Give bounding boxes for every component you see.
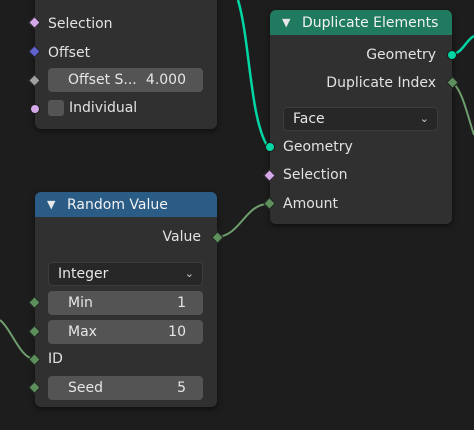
min-field[interactable]: Min 1 xyxy=(48,291,203,315)
duplicate-elements-header[interactable]: ▼ Duplicate Elements xyxy=(270,10,452,35)
individual-label: Individual xyxy=(69,100,138,116)
offset-scale-value: 4.000 xyxy=(145,72,186,88)
output-value-socket[interactable] xyxy=(211,231,224,244)
max-label: Max xyxy=(68,324,97,340)
selection-socket[interactable] xyxy=(28,16,41,29)
seed-label: Seed xyxy=(68,380,103,396)
id-label: ID xyxy=(48,351,63,367)
duplicate-elements-title: Duplicate Elements xyxy=(302,14,439,31)
duplicate-elements-node[interactable]: ▼ Duplicate Elements Geometry Duplicate … xyxy=(263,10,459,224)
amount-link xyxy=(215,203,269,238)
individual-checkbox[interactable] xyxy=(48,100,64,116)
random-value-title: Random Value xyxy=(67,196,168,213)
seed-value: 5 xyxy=(177,380,186,396)
min-value: 1 xyxy=(177,295,186,311)
seed-socket[interactable] xyxy=(28,381,41,394)
individual-socket[interactable] xyxy=(30,104,40,114)
duplicate-index-link xyxy=(451,81,474,136)
duplicate-index-label: Duplicate Index xyxy=(326,75,436,91)
duplicate-index-socket[interactable] xyxy=(446,76,459,89)
offset-scale-socket[interactable] xyxy=(28,74,41,87)
input-selection-socket[interactable] xyxy=(263,169,276,182)
min-label: Min xyxy=(68,295,93,311)
node-editor-canvas[interactable]: Selection Offset Offset S... 4.000 Indiv… xyxy=(0,0,474,430)
min-socket[interactable] xyxy=(28,296,41,309)
chevron-down-icon: ⌄ xyxy=(419,112,429,125)
output-geometry-socket[interactable] xyxy=(447,50,457,60)
offset-label: Offset xyxy=(48,45,91,61)
input-geometry-socket[interactable] xyxy=(265,142,275,152)
geometry-link-in xyxy=(236,0,270,148)
max-field[interactable]: Max 10 xyxy=(48,320,203,344)
output-value-label: Value xyxy=(162,229,201,245)
output-geometry-label: Geometry xyxy=(366,47,436,63)
input-amount-label: Amount xyxy=(283,196,339,212)
chevron-down-icon: ⌄ xyxy=(184,267,194,280)
domain-value: Face xyxy=(293,111,325,127)
input-selection-label: Selection xyxy=(283,167,348,183)
max-value: 10 xyxy=(168,324,186,340)
offset-scale-field[interactable]: Offset S... 4.000 xyxy=(48,68,203,92)
chevron-down-icon[interactable]: ▼ xyxy=(47,198,61,211)
input-geometry-label: Geometry xyxy=(283,139,353,155)
id-socket[interactable] xyxy=(28,353,41,366)
input-amount-socket[interactable] xyxy=(263,197,276,210)
selection-label: Selection xyxy=(48,16,113,32)
id-link xyxy=(0,319,35,360)
data-type-value: Integer xyxy=(58,266,109,282)
max-socket[interactable] xyxy=(28,325,41,338)
data-type-dropdown[interactable]: Integer ⌄ xyxy=(48,262,203,286)
seed-field[interactable]: Seed 5 xyxy=(48,376,203,400)
offset-node[interactable]: Selection Offset Offset S... 4.000 Indiv… xyxy=(28,0,217,129)
domain-dropdown[interactable]: Face ⌄ xyxy=(283,107,438,131)
random-value-node[interactable]: ▼ Random Value Value Integer ⌄ Min 1 Max… xyxy=(28,192,224,407)
offset-scale-label: Offset S... xyxy=(68,72,137,88)
offset-socket[interactable] xyxy=(28,45,41,58)
random-value-header[interactable]: ▼ Random Value xyxy=(35,192,217,217)
chevron-down-icon[interactable]: ▼ xyxy=(282,16,296,29)
